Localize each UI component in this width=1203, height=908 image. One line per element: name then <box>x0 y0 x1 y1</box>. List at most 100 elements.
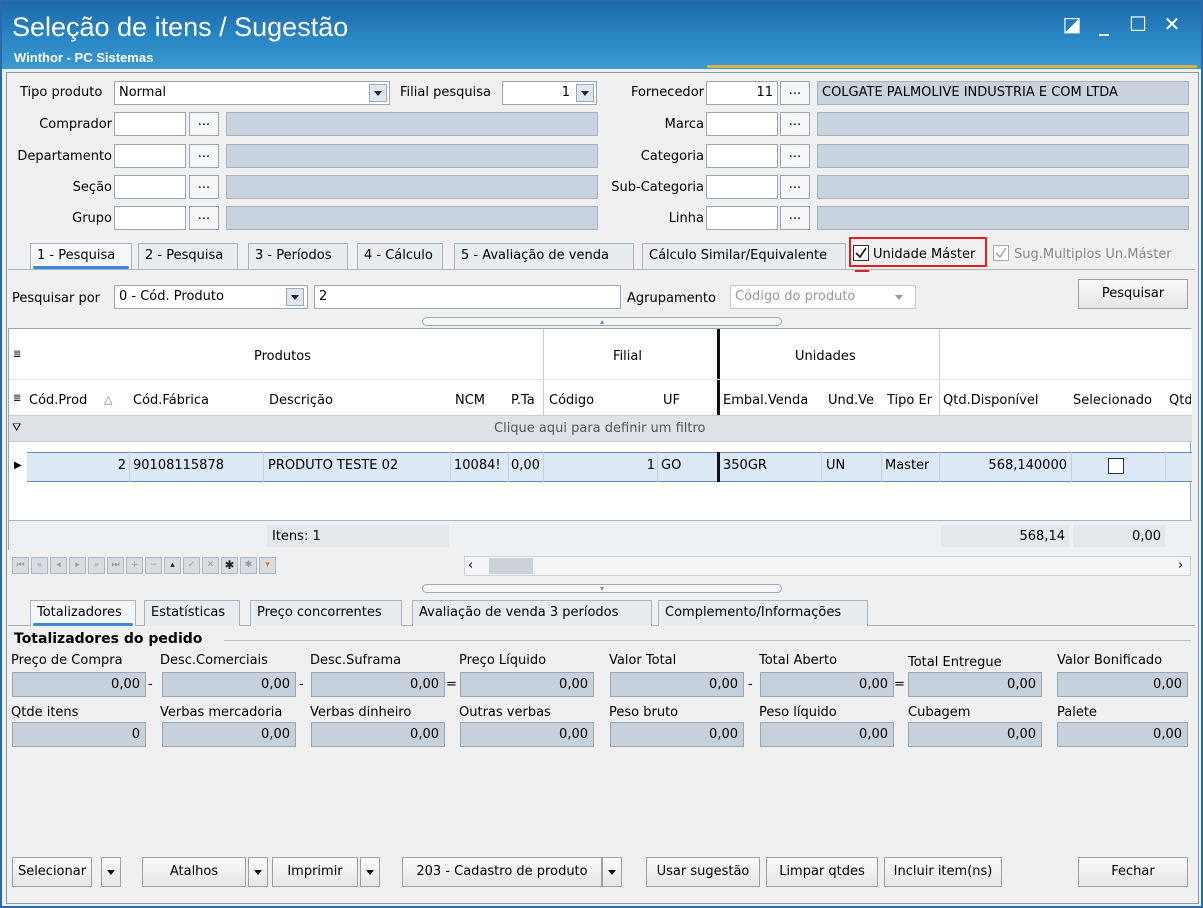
nav-insert-icon[interactable]: + <box>126 557 143 574</box>
tab-calculo[interactable]: 4 - Cálculo <box>357 243 443 269</box>
col-und-venda[interactable]: Und.Ve <box>828 393 882 408</box>
scroll-left-icon[interactable]: ‹ <box>468 558 473 573</box>
marca-field[interactable] <box>706 112 778 136</box>
atalhos-dropdown-button[interactable] <box>248 857 268 887</box>
pesquisar-por-select[interactable]: 0 - Cód. Produto <box>114 285 308 309</box>
departamento-lookup-button[interactable]: ... <box>189 144 219 168</box>
imprimir-button[interactable]: Imprimir <box>272 857 358 887</box>
fechar-button[interactable]: Fechar <box>1078 857 1188 887</box>
limpar-qtdes-button[interactable]: Limpar qtdes <box>766 857 878 887</box>
tab-preco-concorrentes[interactable]: Preço concorrentes <box>250 600 402 626</box>
close-icon[interactable]: ✕ <box>1158 12 1186 36</box>
tipo-produto-dropdown-icon[interactable] <box>369 84 387 102</box>
maximize-icon[interactable]: ☐ <box>1124 12 1152 36</box>
secao-field[interactable] <box>114 175 186 199</box>
departamento-field[interactable] <box>114 144 186 168</box>
nav-next-page-icon[interactable]: » <box>88 557 105 574</box>
linha-lookup-button[interactable]: ... <box>780 206 810 230</box>
fornecedor-code-field[interactable]: 11 <box>706 81 778 105</box>
usar-sugestao-button[interactable]: Usar sugestão <box>646 857 760 887</box>
col-codigo[interactable]: Código <box>549 393 594 408</box>
nav-post-icon[interactable]: ✓ <box>183 557 200 574</box>
col-embal-venda[interactable]: Embal.Venda <box>723 393 808 408</box>
scroll-thumb[interactable] <box>489 558 533 574</box>
filial-dropdown-icon[interactable] <box>576 84 594 102</box>
nav-last-icon[interactable]: ⏭ <box>107 557 124 574</box>
marca-lookup-button[interactable]: ... <box>780 112 810 136</box>
categoria-field[interactable] <box>706 144 778 168</box>
bottom-splitter-handle[interactable]: ▾ <box>422 584 782 593</box>
restore-layout-icon[interactable]: ◪ <box>1058 12 1086 36</box>
cadastro-dropdown-button[interactable] <box>602 857 622 887</box>
nav-first-icon[interactable]: ⏮ <box>12 557 29 574</box>
horizontal-scrollbar[interactable] <box>464 556 1191 576</box>
search-input[interactable]: 2 <box>314 285 621 309</box>
sug-multiplos-label: Sug.Multiplos Un.Máster <box>1014 247 1172 262</box>
subcategoria-field[interactable] <box>706 175 778 199</box>
tab-complemento[interactable]: Complemento/Informações <box>658 600 868 626</box>
nav-delete-icon[interactable]: − <box>145 557 162 574</box>
tab-estatisticas[interactable]: Estatísticas <box>144 600 240 626</box>
nav-next-icon[interactable]: ▸ <box>69 557 86 574</box>
scroll-right-icon[interactable]: › <box>1178 558 1183 573</box>
marca-name-field <box>817 112 1189 136</box>
top-splitter-handle[interactable]: ▴ <box>422 317 782 326</box>
band-menu-icon[interactable]: ≣ <box>13 349 21 360</box>
nav-cancel-icon[interactable]: ✕ <box>202 557 219 574</box>
tab-pesquisa-2[interactable]: 2 - Pesquisa <box>138 243 238 269</box>
cadastro-produto-button[interactable]: 203 - Cadastro de produto <box>402 857 602 887</box>
col-uf[interactable]: UF <box>663 393 680 408</box>
col-descricao[interactable]: Descrição <box>269 393 333 408</box>
atalhos-button[interactable]: Atalhos <box>142 857 246 887</box>
nav-bookmark-icon[interactable]: ✱ <box>221 557 238 574</box>
tab-calculo-similar[interactable]: Cálculo Similar/Equivalente <box>642 243 846 269</box>
pesquisar-por-dropdown-icon[interactable] <box>286 288 304 306</box>
nav-prev-page-icon[interactable]: « <box>31 557 48 574</box>
filter-hint[interactable]: Clique aqui para definir um filtro <box>494 421 706 436</box>
tab-avaliacao-3-periodos[interactable]: Avaliação de venda 3 períodos <box>412 600 652 626</box>
col-selecionado[interactable]: Selecionado <box>1073 393 1152 408</box>
fornecedor-lookup-button[interactable]: ... <box>780 81 810 105</box>
col-pta[interactable]: P.Ta <box>511 393 545 408</box>
col-cod-fabrica[interactable]: Cód.Fábrica <box>133 393 209 408</box>
imprimir-dropdown-button[interactable] <box>360 857 380 887</box>
comprador-field[interactable] <box>114 112 186 136</box>
nav-prev-icon[interactable]: ◂ <box>50 557 67 574</box>
tab-pesquisa-1[interactable]: 1 - Pesquisa <box>30 243 132 269</box>
selecionar-button[interactable]: Selecionar <box>12 857 92 887</box>
unidade-master-checkbox[interactable] <box>853 245 869 261</box>
agrupamento-dropdown-icon[interactable] <box>895 295 903 300</box>
nav-filter-icon[interactable]: ▾ <box>259 557 276 574</box>
col-ncm[interactable]: NCM <box>455 393 485 408</box>
filter-icon[interactable]: ⛛ <box>12 421 21 435</box>
nav-edit-icon[interactable]: ▴ <box>164 557 181 574</box>
minimize-icon[interactable]: _ <box>1090 12 1118 36</box>
column-menu-icon[interactable]: ≣ <box>13 393 21 404</box>
categoria-lookup-button[interactable]: ... <box>780 144 810 168</box>
band-divider <box>717 329 720 415</box>
col-cod-prod[interactable]: Cód.Prod <box>29 393 87 408</box>
nav-goto-bookmark-icon[interactable]: ✱ <box>240 557 257 574</box>
row-selecionado-checkbox[interactable] <box>1108 458 1124 474</box>
linha-field[interactable] <box>706 206 778 230</box>
subcategoria-lookup-button[interactable]: ... <box>780 175 810 199</box>
tipo-produto-select[interactable]: Normal <box>114 81 390 105</box>
incluir-itens-button[interactable]: Incluir item(ns) <box>884 857 1002 887</box>
grupo-lookup-button[interactable]: ... <box>189 206 219 230</box>
cell-divider <box>263 452 264 482</box>
agrupamento-select[interactable]: Código do produto <box>730 285 916 309</box>
selecionar-dropdown-button[interactable] <box>101 857 121 887</box>
grupo-field[interactable] <box>114 206 186 230</box>
comprador-lookup-button[interactable]: ... <box>189 112 219 136</box>
tab-totalizadores[interactable]: Totalizadores <box>30 600 136 626</box>
sug-multiplos-checkbox[interactable] <box>993 245 1009 261</box>
col-qtd[interactable]: Qtd <box>1169 393 1191 408</box>
tab-avaliacao-venda[interactable]: 5 - Avaliação de venda <box>454 243 634 269</box>
minus-sign: - <box>148 677 153 692</box>
band-unidades: Unidades <box>795 349 856 364</box>
col-tipo-embal[interactable]: Tipo Er <box>887 393 939 408</box>
col-qtd-disponivel[interactable]: Qtd.Disponível <box>943 393 1038 408</box>
tab-periodos[interactable]: 3 - Períodos <box>248 243 348 269</box>
secao-lookup-button[interactable]: ... <box>189 175 219 199</box>
pesquisar-button[interactable]: Pesquisar <box>1078 279 1188 309</box>
